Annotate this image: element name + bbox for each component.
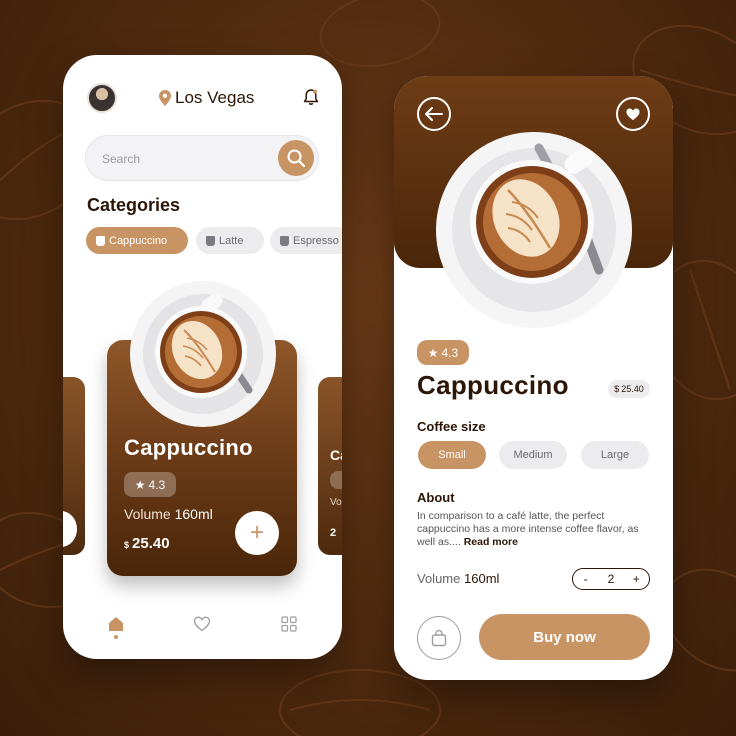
currency-symbol: $ <box>614 384 620 394</box>
active-nav-indicator <box>114 635 118 639</box>
rating-badge: ★ 4.3 <box>417 340 469 365</box>
size-option-small[interactable]: Small <box>418 441 486 469</box>
featured-volume: Volume 160ml <box>124 506 213 522</box>
search-icon <box>287 149 306 168</box>
about-description: In comparison to a café latte, the perfe… <box>417 510 657 549</box>
category-chip-latte[interactable]: Latte <box>196 227 264 254</box>
about-title: About <box>417 490 455 505</box>
search-button[interactable] <box>278 140 314 176</box>
category-chip-cappuccino[interactable]: Cappuccino <box>86 227 188 254</box>
category-chips: Cappuccino Latte Espresso <box>86 227 342 255</box>
next-card-rating-badge <box>330 471 342 489</box>
category-chip-label: Latte <box>219 234 244 247</box>
next-product-card[interactable]: Ca Vo 2 <box>318 377 342 555</box>
location-selector[interactable]: Los Vegas <box>159 85 254 111</box>
location-pin-icon <box>159 90 171 106</box>
volume-value: 160ml <box>464 571 500 586</box>
featured-volume-value: 160ml <box>174 506 213 522</box>
price-badge: $ 25.40 <box>608 380 650 398</box>
featured-product-name: Cappuccino <box>124 435 253 460</box>
shopping-bag-icon <box>431 629 447 647</box>
search-input[interactable] <box>102 148 262 170</box>
grid-icon[interactable] <box>280 615 298 633</box>
arrow-left-icon <box>425 107 443 121</box>
location-label: Los Vegas <box>175 88 255 107</box>
product-detail-screen: ★ 4.3 Cappuccino $ 25.40 Coffee size Sma… <box>394 76 673 680</box>
home-screen: Los Vegas Categories Cappuccino Latte Es… <box>63 55 342 659</box>
quantity-stepper: - 2 + <box>572 568 650 590</box>
cart-button[interactable] <box>417 616 461 660</box>
back-button[interactable] <box>417 97 451 131</box>
next-card-volume: Vo <box>330 497 342 508</box>
featured-rating-badge: ★ 4.3 <box>124 472 176 497</box>
featured-price-value: 25.40 <box>132 535 170 552</box>
heart-icon <box>626 108 640 121</box>
star-icon: ★ <box>134 477 146 492</box>
read-more-link[interactable]: Read more <box>464 536 518 548</box>
plus-icon: + <box>249 519 264 546</box>
glass-icon <box>206 235 215 246</box>
star-icon: ★ <box>427 345 439 360</box>
featured-volume-label: Volume <box>124 506 171 522</box>
category-chip-label: Espresso <box>293 234 339 247</box>
cappuccino-cup-image <box>130 281 276 427</box>
increment-button[interactable]: + <box>627 572 645 586</box>
add-to-cart-button[interactable]: + <box>235 511 279 555</box>
decrement-button[interactable]: - <box>577 572 595 586</box>
featured-price: $25.40 <box>124 535 170 552</box>
favorite-button[interactable] <box>616 97 650 131</box>
cappuccino-cup-image <box>436 132 632 328</box>
size-option-medium[interactable]: Medium <box>499 441 567 469</box>
category-chip-label: Cappuccino <box>109 234 168 247</box>
cup-icon <box>96 235 105 246</box>
category-chip-espresso[interactable]: Espresso <box>270 227 342 254</box>
heart-icon[interactable] <box>193 615 211 633</box>
quantity-value: 2 <box>607 572 615 586</box>
coffee-size-title: Coffee size <box>417 419 486 434</box>
size-option-large[interactable]: Large <box>581 441 649 469</box>
about-text: In comparison to a café latte, the perfe… <box>417 510 639 548</box>
product-name: Cappuccino <box>417 370 569 400</box>
machine-icon <box>280 235 289 246</box>
buy-now-button[interactable]: Buy now <box>479 614 650 660</box>
next-card-name: Ca <box>330 447 342 463</box>
currency-symbol: $ <box>124 540 130 550</box>
rating-value: 4.3 <box>441 345 459 360</box>
avatar[interactable] <box>87 83 117 113</box>
next-card-price: 2 <box>330 527 337 539</box>
price-value: 25.40 <box>621 384 644 394</box>
volume-info: Volume 160ml <box>417 571 499 586</box>
categories-title: Categories <box>87 195 181 215</box>
bell-icon[interactable] <box>303 88 319 106</box>
featured-rating-value: 4.3 <box>148 477 166 492</box>
volume-label: Volume <box>417 571 461 586</box>
search-bar <box>85 135 319 181</box>
home-icon[interactable] <box>107 615 125 633</box>
